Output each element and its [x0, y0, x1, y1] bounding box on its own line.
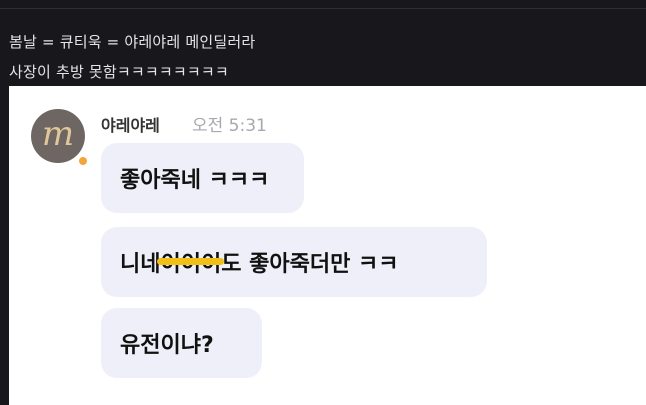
sender-name: 야레야레	[101, 116, 160, 135]
chat-bubble-3: 유전이냐?	[101, 308, 262, 378]
chat-bubble-2-struck-wrap: 이이이	[157, 246, 225, 278]
chat-bubble-2-text-after: 도 좋아죽더만 ㅋㅋ	[221, 252, 399, 277]
chat-screenshot-image: m 야레야레 오전 5:31 좋아죽네 ㅋㅋㅋ 니네 이이이 도 좋아죽더만 ㅋ…	[9, 86, 646, 405]
avatar-letter: m	[41, 114, 75, 154]
chat-bubble-1-text: 좋아죽네 ㅋㅋㅋ	[120, 168, 270, 193]
message-time: 오전 5:31	[192, 116, 267, 136]
post-text-line-1: 봄날 = 큐티욱 = 야레야레 메인딜러라	[9, 33, 256, 51]
post-text-line-2: 사장이 추방 못함ㅋㅋㅋㅋㅋㅋㅋㅋ	[9, 63, 229, 81]
avatar: m	[31, 109, 85, 163]
top-divider	[0, 8, 646, 9]
chat-bubble-2: 니네 이이이 도 좋아죽더만 ㅋㅋ	[101, 227, 487, 297]
online-status-dot-icon	[77, 155, 89, 167]
highlighter-strike	[157, 258, 225, 265]
chat-bubble-1: 좋아죽네 ㅋㅋㅋ	[101, 143, 304, 213]
chat-bubble-2-text-before: 니네	[120, 252, 161, 277]
chat-bubble-3-text: 유전이냐?	[120, 333, 214, 358]
